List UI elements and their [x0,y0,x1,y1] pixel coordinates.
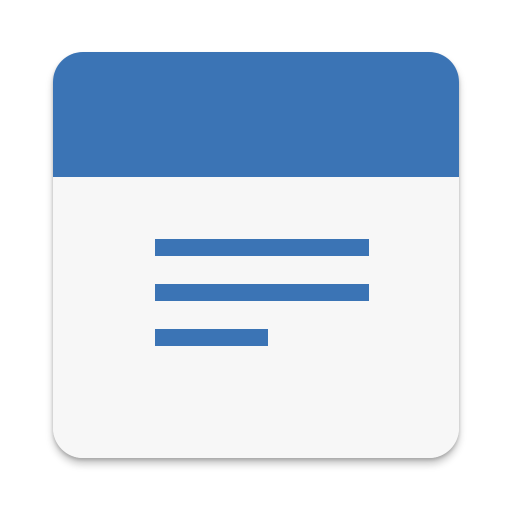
document-app-icon[interactable] [53,52,459,458]
document-line-icon [155,239,369,256]
icon-canvas [0,0,512,512]
document-line-icon [155,329,268,346]
icon-document-body [53,177,459,458]
document-line-icon [155,284,369,301]
icon-header-band [53,52,459,177]
